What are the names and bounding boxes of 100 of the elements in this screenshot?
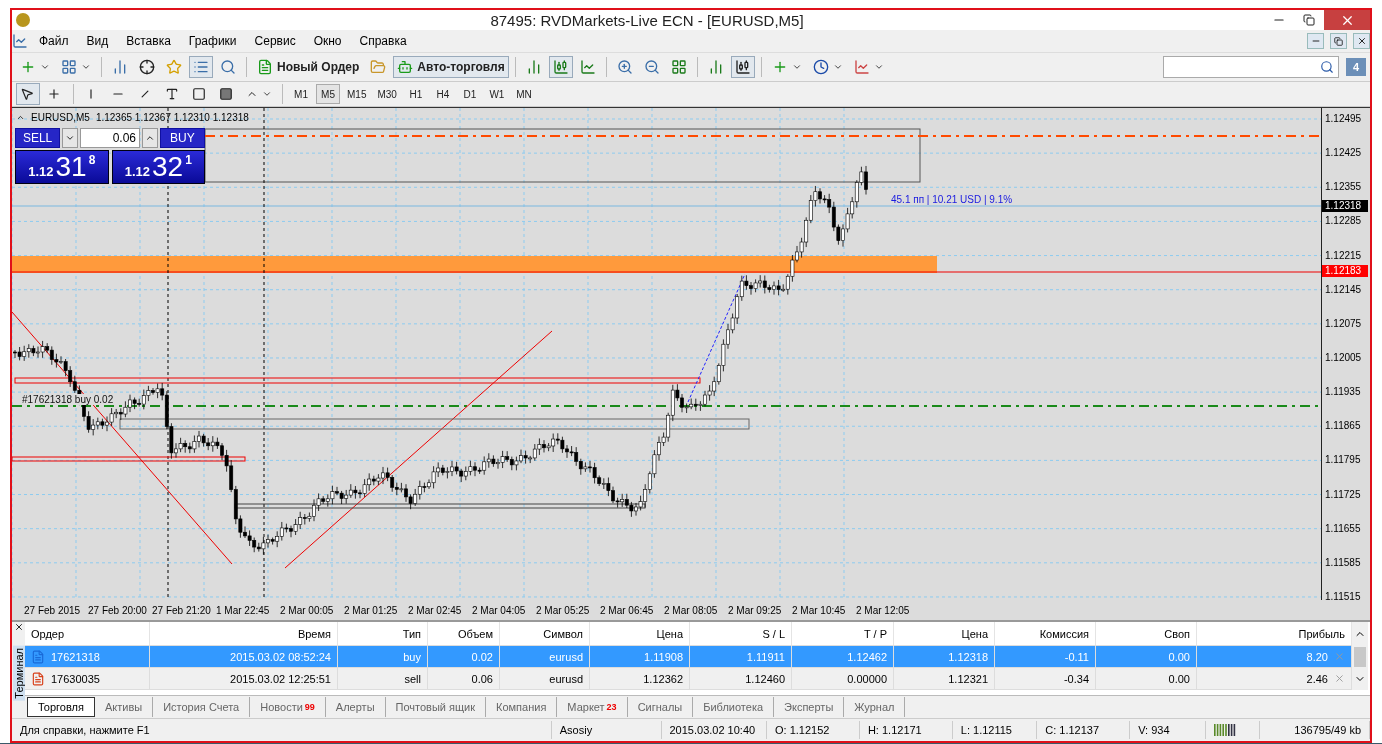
terminal-tab[interactable]: Компания	[486, 697, 558, 717]
time-axis-label: 2 Mar 01:25	[344, 604, 399, 616]
time-axis-label: 2 Mar 12:05	[856, 604, 911, 616]
terminal-tab[interactable]: Алерты	[325, 697, 386, 717]
new-order-button[interactable]: Новый Ордер	[253, 56, 364, 78]
time-axis-label: 2 Mar 08:05	[664, 604, 719, 616]
time-axis-label: 1 Mar 22:45	[216, 604, 271, 616]
auto-trading-button[interactable]: Авто-торговля	[393, 56, 509, 78]
terminal-tab[interactable]: Почтовый ящик	[385, 697, 486, 717]
time-axis-label: 2 Mar 10:45	[792, 604, 847, 616]
table-cell: 1.11908	[590, 646, 690, 668]
order-label: #17621318 buy 0.02	[20, 394, 116, 405]
terminal-tab[interactable]: Журнал	[844, 697, 906, 717]
order-number: 17630035	[51, 672, 100, 685]
timeframe-button[interactable]: W1	[484, 84, 509, 104]
timeframe-button[interactable]: M30	[373, 84, 401, 104]
table-cell: 1.12362	[590, 668, 690, 690]
time-axis-label: 27 Feb 20:00	[88, 604, 148, 616]
status-text: L: 1.12115	[952, 721, 1038, 739]
table-cell: 1.12462	[792, 646, 894, 668]
timeframe-button[interactable]: D1	[457, 84, 482, 104]
menu-item[interactable]: Окно	[306, 34, 349, 48]
timeframe-button[interactable]: H1	[403, 84, 428, 104]
price-axis-label: 1.11725	[1325, 488, 1361, 501]
volume-field[interactable]: 0.06	[80, 128, 140, 148]
terminal-tab[interactable]: История Счета	[153, 697, 251, 717]
profit-label: 45.1 пп | 10.21 USD | 9.1%	[889, 194, 1015, 205]
table-cell: 0.00	[1096, 668, 1197, 690]
table-cell: 0.00000	[792, 668, 894, 690]
table-cell: 1.11911	[690, 646, 792, 668]
price-axis-label: 1.11935	[1325, 386, 1361, 399]
table-cell: -0.34	[995, 668, 1096, 690]
timeframe-button[interactable]: MN	[511, 84, 536, 104]
chart-symbol: EURUSD,M5	[31, 112, 90, 123]
time-axis-label: 2 Mar 06:45	[600, 604, 655, 616]
price-axis-label: 1.12005	[1325, 351, 1362, 364]
price-axis-label: 1.11655	[1325, 522, 1361, 535]
status-text: 136795/49 kb	[1260, 721, 1370, 739]
menu-item[interactable]: Справка	[352, 34, 414, 48]
bid-price-marker: 1.12318	[1322, 200, 1369, 212]
timeframe-button[interactable]: M1	[289, 84, 313, 104]
price-axis-label: 1.11795	[1325, 454, 1361, 467]
terminal-tab[interactable]: Маркет 23	[557, 697, 628, 717]
terminal-tab[interactable]: Торговля	[27, 697, 95, 717]
table-cell: 0.00	[1096, 646, 1197, 668]
table-cell: 1.12321	[894, 668, 995, 690]
order-cell[interactable]: 17630035	[25, 668, 150, 690]
table-cell: 0.06	[428, 668, 500, 690]
terminal-label: Терминал	[12, 646, 25, 701]
order-number: 17621318	[51, 650, 100, 663]
menu-item[interactable]: Файл	[32, 34, 76, 48]
price-axis-label: 1.11585	[1325, 556, 1361, 569]
table-cell: buy	[338, 646, 428, 668]
timeframe-button[interactable]: H4	[430, 84, 455, 104]
status-text: 2015.03.02 10:40	[661, 721, 768, 739]
status-text: C: 1.12137	[1037, 721, 1131, 739]
terminal-tab[interactable]: Активы	[94, 697, 154, 717]
table-cell: 2015.03.02 08:52:24	[150, 646, 338, 668]
status-text: V: 934	[1130, 721, 1207, 739]
menu-item[interactable]: Сервис	[247, 34, 303, 48]
price-axis-label: 1.12145	[1325, 283, 1362, 296]
table-cell: -0.11	[995, 646, 1096, 668]
time-axis-label: 2 Mar 09:25	[728, 604, 783, 616]
timeframe-button[interactable]: M5	[316, 84, 340, 104]
price-axis-label: 1.12425	[1325, 147, 1362, 160]
price-axis-label: 1.11515	[1325, 590, 1361, 603]
status-text: H: 1.12171	[859, 721, 953, 739]
table-cell: eurusd	[500, 668, 590, 690]
profit-value: 8.20	[1306, 650, 1328, 663]
table-cell: 1.12460	[690, 668, 792, 690]
status-text: Asosiy	[551, 721, 662, 739]
table-cell: eurusd	[500, 646, 590, 668]
table-cell: 0.02	[428, 646, 500, 668]
time-axis-label: 2 Mar 02:45	[408, 604, 463, 616]
terminal-tab[interactable]: Сигналы	[627, 697, 694, 717]
table-cell: 2015.03.02 12:25:51	[150, 668, 338, 690]
profit-value: 2.46	[1306, 672, 1328, 685]
menu-item[interactable]: Вставка	[119, 34, 178, 48]
count-label: 23	[606, 702, 617, 712]
price-axis-label: 1.11865	[1325, 420, 1361, 433]
time-axis-label: 27 Feb 2015	[24, 604, 82, 616]
terminal-tab[interactable]: Эксперты	[774, 697, 845, 717]
time-axis-label: 27 Feb 21:20	[152, 604, 212, 616]
alert-price-marker: 1.12183	[1322, 265, 1369, 277]
price-axis-label: 1.12355	[1325, 181, 1362, 194]
time-axis-label: 2 Mar 05:25	[536, 604, 591, 616]
price-axis-label: 1.12285	[1325, 215, 1362, 228]
count-label: 99	[304, 702, 315, 712]
sell-button[interactable]: SELL	[15, 128, 61, 148]
price-axis-label: 1.12075	[1325, 317, 1362, 330]
buy-button[interactable]: BUY	[159, 128, 205, 148]
price-axis-label: 1.12495	[1325, 113, 1362, 125]
window-title: 87495: RVDMarkets-Live ECN - [EURUSD,M5]	[489, 11, 805, 29]
menu-item[interactable]: Графики	[181, 34, 244, 48]
terminal-tab[interactable]: Библиотека	[693, 697, 775, 717]
status-text: O: 1.12152	[767, 721, 860, 739]
terminal-tab[interactable]: Новости 99	[250, 697, 326, 717]
table-cell: 1.12318	[894, 646, 995, 668]
menu-item[interactable]: Вид	[79, 34, 116, 48]
timeframe-button[interactable]: M15	[343, 84, 371, 104]
